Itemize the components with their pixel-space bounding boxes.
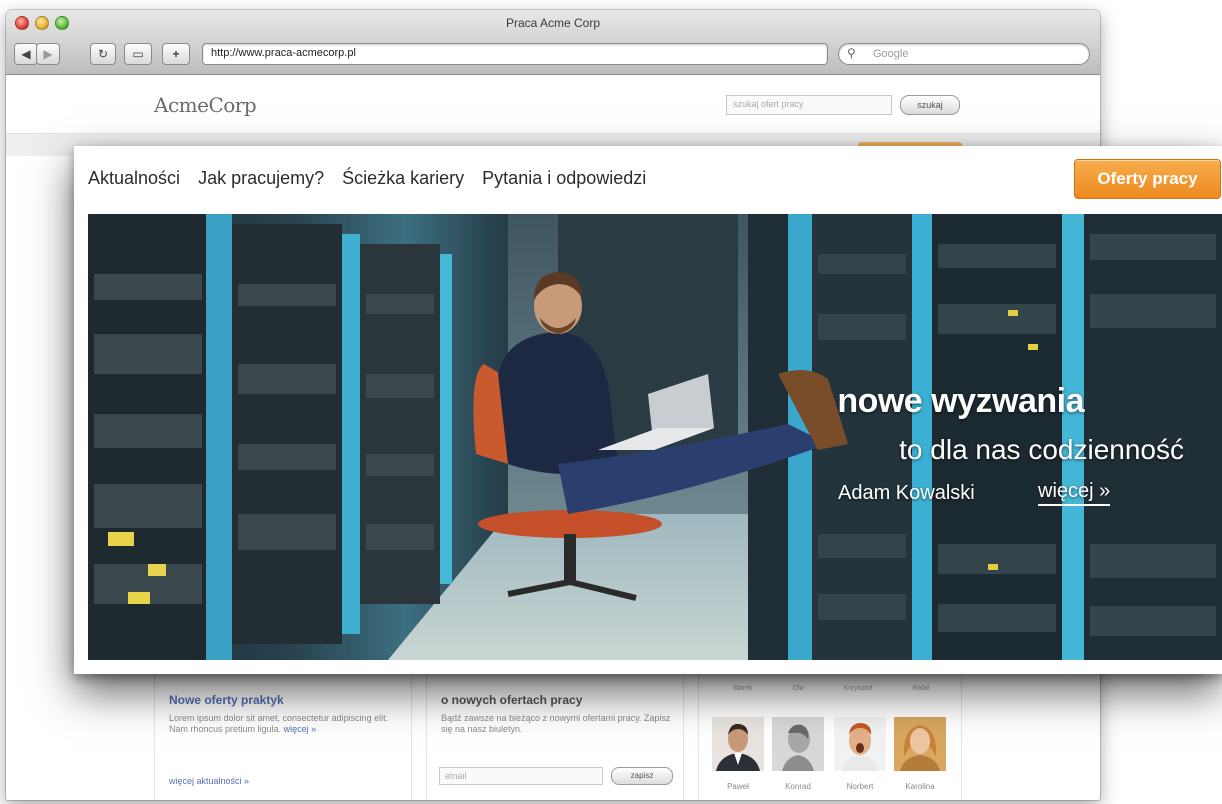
- site-header: AcmeCorp szukaj ofert pracy szukaj: [6, 75, 1100, 134]
- back-icon[interactable]: ◀: [14, 43, 38, 65]
- nav-item-pytania[interactable]: Pytania i odpowiedzi: [482, 168, 646, 189]
- news-more-link[interactable]: więcej »: [284, 724, 317, 734]
- job-search-input[interactable]: szukaj ofert pracy: [726, 95, 892, 115]
- browser-search-field[interactable]: ⚲ Google: [838, 43, 1090, 65]
- acme-logo[interactable]: AcmeCorp: [154, 93, 257, 117]
- search-icon: ⚲: [847, 46, 856, 60]
- person-name: Rafał: [912, 685, 929, 692]
- reload-icon[interactable]: ↻: [90, 43, 116, 65]
- newsletter-text: Bądź zawsze na bieżąco z nowymi ofertami…: [441, 713, 671, 734]
- subscribe-button[interactable]: zapisz: [611, 767, 673, 785]
- address-url: http://www.praca-acmecorp.pl: [211, 47, 356, 59]
- person-photo: [894, 717, 946, 771]
- newsletter-email-input[interactable]: email: [439, 767, 603, 785]
- zoomed-header-panel: Aktualności Jak pracujemy? Ścieżka karie…: [74, 146, 1222, 674]
- hero-headline: nowe wyzwania: [837, 382, 1084, 420]
- nav-item-jak-pracujemy[interactable]: Jak pracujemy?: [198, 168, 324, 189]
- people-top-names: Marek Ola Krzysztof Rafał: [713, 685, 949, 692]
- hero-subline: to dla nas codzienność: [899, 434, 1184, 465]
- main-nav: Aktualności Jak pracujemy? Ścieżka karie…: [88, 168, 646, 189]
- person-photo: [712, 717, 764, 771]
- job-offers-button[interactable]: Oferty pracy: [1074, 159, 1221, 199]
- newsletter-title: o nowych ofertach pracy: [441, 693, 583, 707]
- news-title[interactable]: Nowe oferty praktyk: [169, 693, 284, 707]
- person-name: Paweł: [727, 782, 749, 791]
- address-bar[interactable]: http://www.praca-acmecorp.pl ◂: [202, 43, 843, 65]
- nav-item-aktualnosci[interactable]: Aktualności: [88, 168, 180, 189]
- screen-icon[interactable]: ▭: [124, 43, 152, 65]
- job-search-placeholder: szukaj ofert pracy: [733, 99, 804, 109]
- browser-toolbar: Praca Acme Corp ◀ ▶ ↻ ▭ + http://www.pra…: [6, 10, 1100, 75]
- hero-banner[interactable]: nowe wyzwania to dla nas codzienność Ada…: [88, 214, 1222, 660]
- news-column: Nowe oferty praktyk Lorem ipsum dolor si…: [154, 670, 412, 800]
- job-search-button[interactable]: szukaj: [900, 95, 960, 115]
- hero-byline: Adam Kowalski: [838, 482, 975, 504]
- hero-more-link[interactable]: więcej »: [1038, 480, 1111, 506]
- person-card[interactable]: Karolina: [893, 717, 947, 791]
- person-name: Ola: [792, 685, 804, 692]
- person-name: Marek: [733, 685, 753, 692]
- person-name: Karolina: [905, 782, 935, 791]
- person-name: Norbert: [846, 782, 874, 791]
- person-name: Konrad: [785, 782, 811, 791]
- nav-item-sciezka-kariery[interactable]: Ścieżka kariery: [342, 168, 464, 189]
- news-body: Lorem ipsum dolor sit amet, consectetur …: [169, 713, 389, 734]
- people-column: Marek Ola Krzysztof Rafał Paweł Konrad N…: [698, 670, 962, 800]
- person-card[interactable]: Norbert: [833, 717, 887, 791]
- news-text: Lorem ipsum dolor sit amet, consectetur …: [169, 713, 399, 735]
- newsletter-column: o nowych ofertach pracy Bądź zawsze na b…: [426, 670, 684, 800]
- email-placeholder: email: [445, 771, 467, 781]
- browser-search-placeholder: Google: [873, 48, 909, 60]
- person-name: Krzysztof: [843, 685, 873, 692]
- person-card[interactable]: Konrad: [771, 717, 825, 791]
- person-photo: [772, 717, 824, 771]
- person-card[interactable]: Paweł: [711, 717, 765, 791]
- add-bookmark-icon[interactable]: +: [162, 43, 190, 65]
- window-title: Praca Acme Corp: [505, 16, 601, 30]
- forward-icon[interactable]: ▶: [36, 43, 60, 65]
- all-news-link[interactable]: więcej aktualności »: [169, 776, 249, 786]
- person-photo: [834, 717, 886, 771]
